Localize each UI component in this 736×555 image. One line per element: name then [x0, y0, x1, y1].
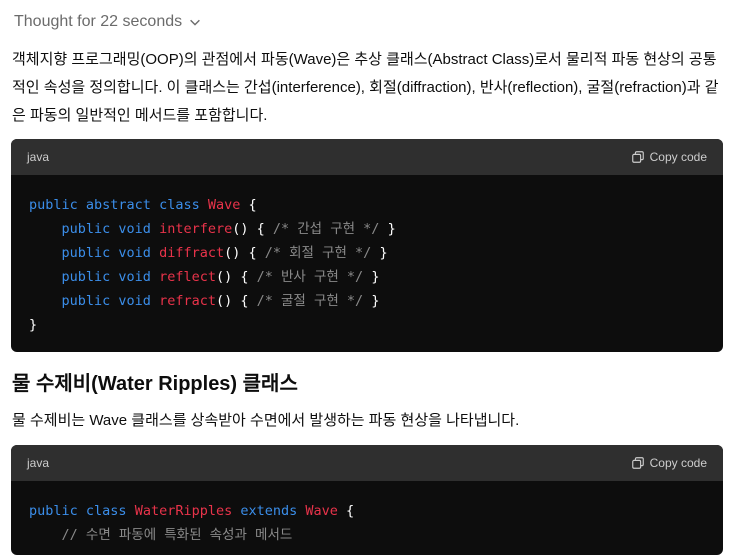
ripples-paragraph: 물 수제비는 Wave 클래스를 상속받아 수면에서 발생하는 파동 현상을 나… [12, 412, 520, 429]
code-token: diffract [159, 245, 225, 261]
code-token: /* 간섭 구현 */ [272, 221, 380, 237]
code-line: public abstract class Wave { [29, 193, 705, 217]
code-line: public class WaterRipples extends Wave { [29, 499, 705, 523]
code-header: java Copy code [11, 445, 723, 481]
code-token: () { [224, 245, 265, 261]
code-token: /* 회절 구현 */ [264, 245, 372, 261]
code-token: public [29, 197, 86, 213]
code-token: void [118, 221, 160, 237]
code-content: public class WaterRipples extends Wave {… [11, 481, 723, 555]
chevron-down-icon [190, 19, 200, 26]
code-token: () { [215, 269, 257, 285]
code-token: { [240, 197, 257, 213]
code-token: reflect [159, 269, 216, 285]
code-token: WaterRipples [134, 503, 241, 519]
copy-code-label: Copy code [649, 456, 707, 470]
copy-code-label: Copy code [649, 150, 707, 164]
thought-toggle[interactable]: Thought for 22 seconds [14, 10, 202, 34]
code-line: // 수면 파동에 특화된 속성과 메서드 [29, 523, 705, 547]
code-line: public void diffract() { /* 회절 구현 */ } [29, 241, 705, 265]
code-token: /* 굴절 구현 */ [256, 293, 364, 309]
code-line: public void reflect() { /* 반사 구현 */ } [29, 265, 705, 289]
code-token: public [61, 221, 119, 237]
code-token: () { [215, 293, 257, 309]
copy-code-button[interactable]: Copy code [631, 456, 707, 470]
code-token: public [29, 503, 86, 519]
copy-code-button[interactable]: Copy code [631, 150, 707, 164]
section-heading: 물 수제비(Water Ripples) 클래스 [12, 373, 298, 395]
code-token: class [85, 503, 135, 519]
code-token: /* 반사 구현 */ [256, 269, 364, 285]
code-token: } [363, 293, 380, 309]
code-token: public [61, 245, 119, 261]
code-line: public void interfere() { /* 간섭 구현 */ } [29, 217, 705, 241]
code-language: java [27, 150, 50, 164]
code-token: interfere [159, 221, 233, 237]
code-block-water-ripples: java Copy code public class WaterRipples… [11, 445, 723, 555]
code-token: public [61, 293, 119, 309]
copy-icon [631, 457, 644, 469]
code-token: { [337, 503, 355, 519]
intro-paragraph: 객체지향 프로그래밍(OOP)의 관점에서 파동(Wave)은 추상 클래스(A… [12, 51, 719, 124]
code-token: abstract [85, 197, 160, 213]
code-token: } [371, 245, 388, 261]
code-line: } [29, 313, 705, 337]
code-block-wave: java Copy code public abstract class Wav… [11, 139, 723, 352]
code-token: void [118, 245, 160, 261]
code-line: public void refract() { /* 굴절 구현 */ } [29, 289, 705, 313]
thought-label: Thought for 22 seconds [14, 13, 183, 30]
code-token: extends [240, 503, 306, 519]
code-token: class [159, 197, 208, 213]
code-language: java [27, 456, 50, 470]
code-header: java Copy code [11, 139, 723, 175]
code-token: } [379, 221, 396, 237]
code-token: () { [232, 221, 273, 237]
code-token: void [118, 269, 160, 285]
code-token: public [61, 269, 119, 285]
code-content: public abstract class Wave { public void… [11, 175, 723, 352]
code-token: } [29, 317, 38, 333]
code-token: // 수면 파동에 특화된 속성과 메서드 [61, 527, 293, 543]
code-token: } [363, 269, 380, 285]
code-token: Wave [305, 503, 338, 519]
copy-icon [631, 151, 644, 163]
code-token: void [118, 293, 160, 309]
code-token: refract [159, 293, 216, 309]
code-token: Wave [207, 197, 241, 213]
